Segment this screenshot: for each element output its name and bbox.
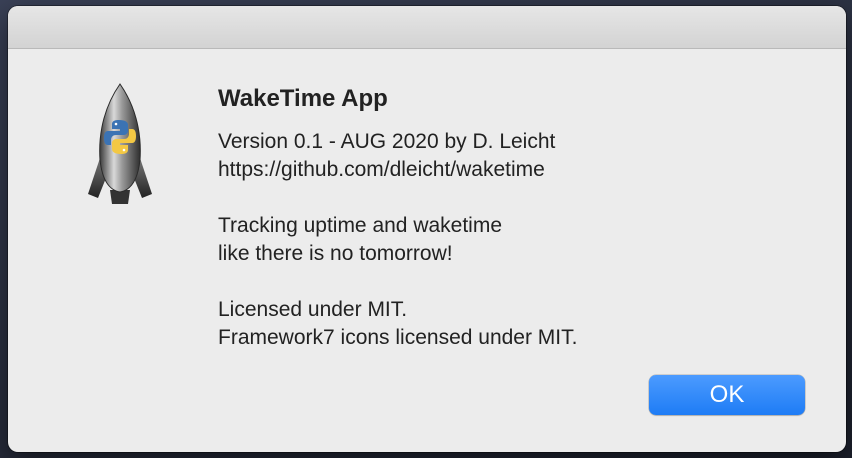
- license-line-2: Framework7 icons licensed under MIT.: [218, 326, 578, 349]
- about-dialog: WakeTime App Version 0.1 - AUG 2020 by D…: [8, 6, 846, 452]
- version-text: Version 0.1 - AUG 2020 by D. Leicht: [218, 130, 556, 153]
- tagline-line-1: Tracking uptime and waketime: [218, 214, 503, 237]
- python-rocket-icon: [84, 82, 156, 210]
- license-line-1: Licensed under MIT.: [218, 298, 408, 321]
- repository-url: https://github.com/dleicht/waketime: [218, 158, 545, 181]
- dialog-titlebar[interactable]: [8, 6, 846, 49]
- dialog-content: WakeTime App Version 0.1 - AUG 2020 by D…: [218, 84, 778, 352]
- app-title: WakeTime App: [218, 85, 388, 112]
- ok-button[interactable]: OK: [649, 375, 805, 415]
- tagline-line-2: like there is no tomorrow!: [218, 242, 453, 265]
